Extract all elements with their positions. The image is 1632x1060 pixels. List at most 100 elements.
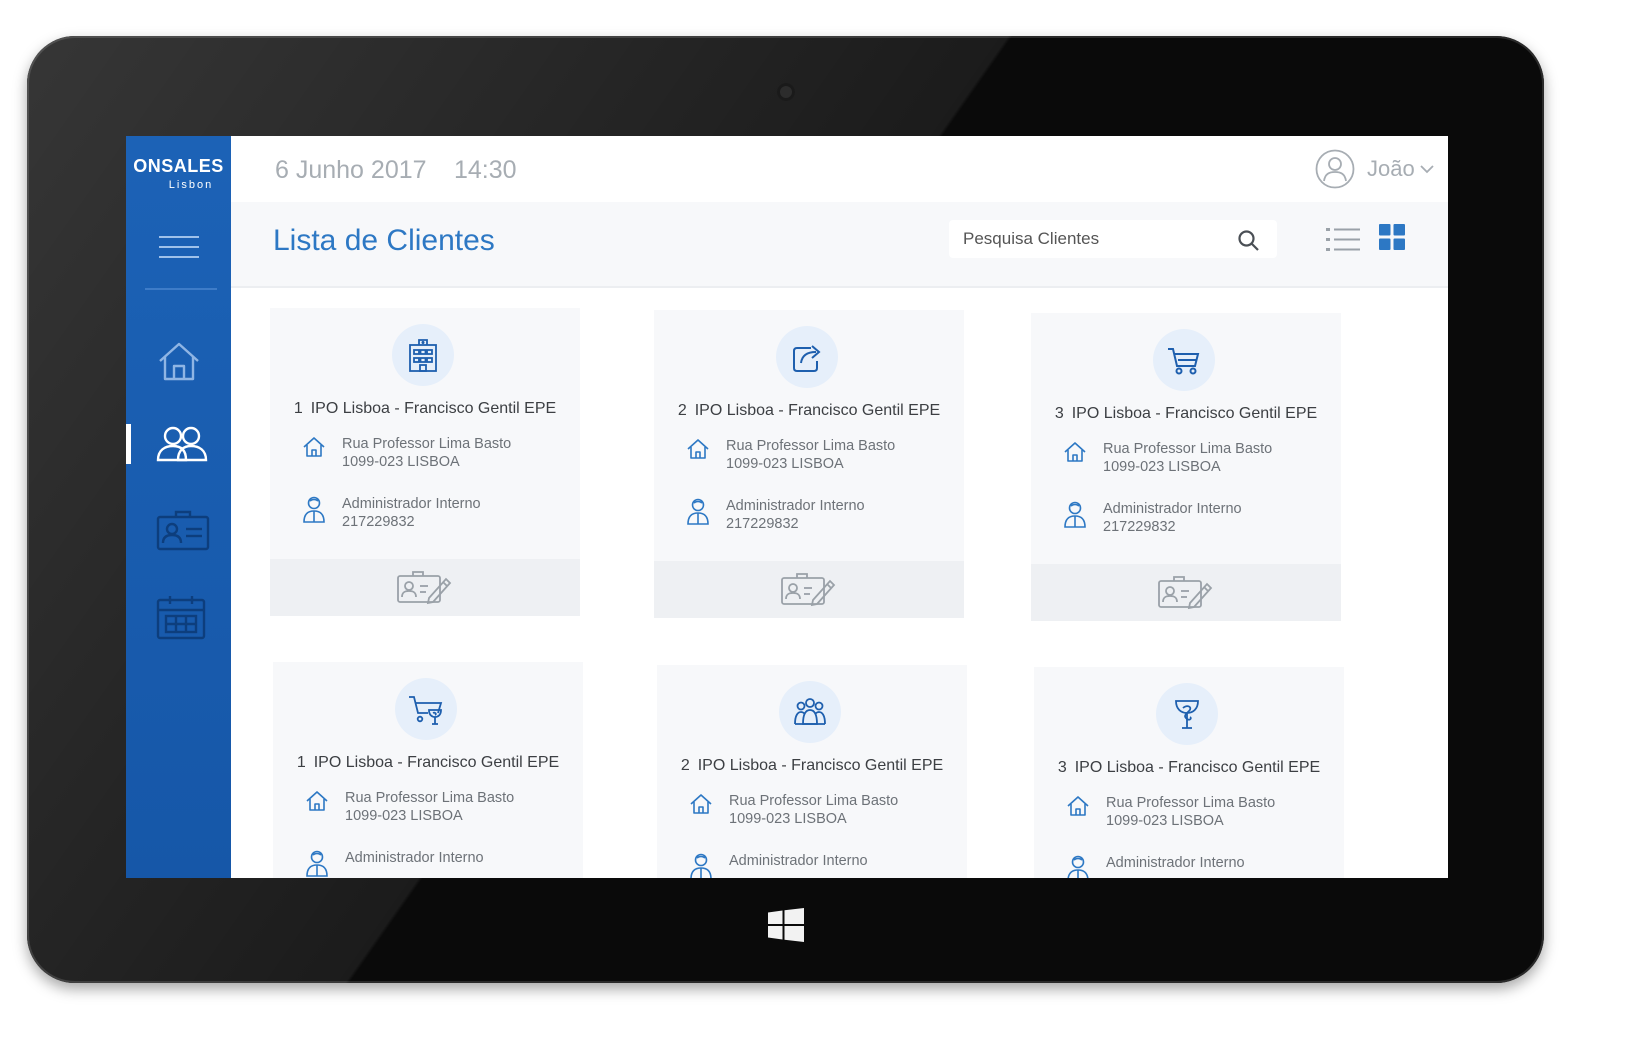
client-name: 2 IPO Lisboa - Francisco Gentil EPE	[654, 402, 964, 420]
person-icon	[303, 496, 325, 523]
hospital-icon	[409, 339, 437, 372]
address-postal: 1099-023 LISBOA	[1106, 813, 1224, 829]
contact-role: Administrador Interno	[1106, 855, 1245, 871]
contact-role: Administrador Interno	[726, 498, 865, 514]
pharmacy-icon-badge	[1156, 683, 1218, 745]
edit-card-icon[interactable]	[780, 569, 836, 609]
home-icon	[1067, 796, 1089, 816]
calendar-icon	[156, 596, 206, 640]
hospital-icon-badge	[392, 324, 454, 386]
client-card[interactable]: 3 IPO Lisboa - Francisco Gentil EPE Rua P…	[1034, 667, 1344, 878]
client-number: 1	[293, 400, 303, 417]
client-card[interactable]: 3 IPO Lisboa - Francisco Gentil EPE Rua P…	[1031, 313, 1341, 621]
client-number: 3	[1054, 405, 1064, 422]
camera-icon	[777, 83, 795, 101]
person-icon	[306, 850, 328, 877]
home-icon	[303, 437, 325, 457]
pharmacy-cart-icon	[409, 696, 443, 725]
sidebar-item-contacts[interactable]	[126, 501, 231, 561]
client-name-text: IPO Lisboa - Francisco Gentil EPE	[697, 757, 944, 774]
person-icon	[687, 498, 709, 525]
tablet-frame: ONSALES Lisbon 6 Junho 2017 14:30 João L…	[27, 36, 1544, 983]
client-card[interactable]: 1 IPO Lisboa - Francisco Gentil EPE Rua P…	[273, 662, 583, 878]
address-postal: 1099-023 LISBOA	[726, 456, 844, 472]
address-street: Rua Professor Lima Basto	[729, 793, 899, 809]
home-icon	[159, 342, 199, 381]
home-icon	[687, 439, 709, 459]
grid-view-icon[interactable]	[1379, 224, 1405, 250]
client-name-text: IPO Lisboa - Francisco Gentil EPE	[310, 400, 557, 417]
sidebar-item-calendar[interactable]	[126, 586, 231, 646]
chevron-down-icon[interactable]	[1419, 163, 1435, 175]
windows-logo-icon[interactable]	[768, 908, 804, 942]
search-icon[interactable]	[1237, 229, 1261, 253]
contact-role: Administrador Interno	[1103, 501, 1242, 517]
share-icon-badge	[776, 326, 838, 388]
address-postal: 1099-023 LISBOA	[729, 811, 847, 827]
brand-name: ONSALES	[133, 156, 224, 176]
client-name-text: IPO Lisboa - Francisco Gentil EPE	[694, 402, 941, 419]
address-street: Rua Professor Lima Basto	[1106, 795, 1276, 811]
card-footer	[654, 561, 964, 618]
sidebar: ONSALES Lisbon	[126, 136, 231, 878]
menu-icon[interactable]	[159, 236, 199, 260]
current-time: 14:30	[454, 156, 517, 184]
client-card[interactable]: 2 IPO Lisboa - Francisco Gentil EPE Rua P…	[654, 310, 964, 618]
brand-city: Lisbon	[168, 179, 214, 191]
brand-logo: ONSALES Lisbon	[126, 156, 231, 191]
pharmacy-icon	[1175, 700, 1199, 729]
sidebar-item-home[interactable]	[126, 331, 231, 391]
edit-card-icon[interactable]	[1157, 572, 1213, 612]
sidebar-item-clients[interactable]	[126, 416, 231, 476]
current-date: 6 Junho 2017	[275, 156, 427, 184]
address-postal: 1099-023 LISBOA	[345, 808, 463, 824]
search-input[interactable]	[963, 226, 1223, 252]
client-number: 1	[296, 754, 306, 771]
client-number: 2	[680, 757, 690, 774]
avatar[interactable]	[1315, 149, 1355, 189]
person-icon	[1067, 855, 1089, 878]
home-icon	[306, 791, 328, 811]
client-grid: 1 IPO Lisboa - Francisco Gentil EPE Rua P…	[231, 290, 1448, 878]
contact-role: Administrador Interno	[729, 853, 868, 869]
home-icon	[690, 794, 712, 814]
sidebar-divider	[145, 288, 217, 290]
address-street: Rua Professor Lima Basto	[1103, 441, 1273, 457]
address-street: Rua Professor Lima Basto	[345, 790, 515, 806]
client-name-text: IPO Lisboa - Francisco Gentil EPE	[313, 754, 560, 771]
client-card[interactable]: 1 IPO Lisboa - Francisco Gentil EPE Rua P…	[270, 308, 580, 616]
cart-icon	[1168, 348, 1200, 375]
contact-phone: 217229832	[342, 514, 415, 530]
contact-role: Administrador Interno	[345, 850, 484, 866]
card-footer	[1031, 564, 1341, 621]
page-header: Lista de Clientes	[231, 202, 1448, 288]
page-title: Lista de Clientes	[273, 224, 495, 257]
top-bar: 6 Junho 2017 14:30 João	[231, 136, 1448, 202]
share-icon	[793, 345, 821, 372]
client-name: 3 IPO Lisboa - Francisco Gentil EPE	[1034, 759, 1344, 777]
card-footer	[270, 559, 580, 616]
client-number: 3	[1057, 759, 1067, 776]
address-postal: 1099-023 LISBOA	[1103, 459, 1221, 475]
person-icon	[1064, 501, 1086, 528]
edit-card-icon[interactable]	[396, 567, 452, 607]
group-icon	[794, 698, 826, 725]
list-view-icon[interactable]	[1326, 226, 1360, 254]
client-name: 2 IPO Lisboa - Francisco Gentil EPE	[657, 757, 967, 775]
contact-phone: 217229832	[726, 516, 799, 532]
address-street: Rua Professor Lima Basto	[726, 438, 896, 454]
person-icon	[690, 853, 712, 878]
address-postal: 1099-023 LISBOA	[342, 454, 460, 470]
client-card[interactable]: 2 IPO Lisboa - Francisco Gentil EPE Rua P…	[657, 665, 967, 878]
client-name-text: IPO Lisboa - Francisco Gentil EPE	[1071, 405, 1318, 422]
cart-icon-badge	[1153, 329, 1215, 391]
search-box[interactable]	[949, 220, 1277, 258]
group-icon-badge	[779, 681, 841, 743]
user-name[interactable]: João	[1367, 156, 1415, 182]
home-icon	[1064, 442, 1086, 462]
pharmacy-cart-icon-badge	[395, 678, 457, 740]
contact-card-icon	[156, 510, 210, 551]
client-name: 1 IPO Lisboa - Francisco Gentil EPE	[270, 400, 580, 418]
client-name: 1 IPO Lisboa - Francisco Gentil EPE	[273, 754, 583, 772]
contact-role: Administrador Interno	[342, 496, 481, 512]
